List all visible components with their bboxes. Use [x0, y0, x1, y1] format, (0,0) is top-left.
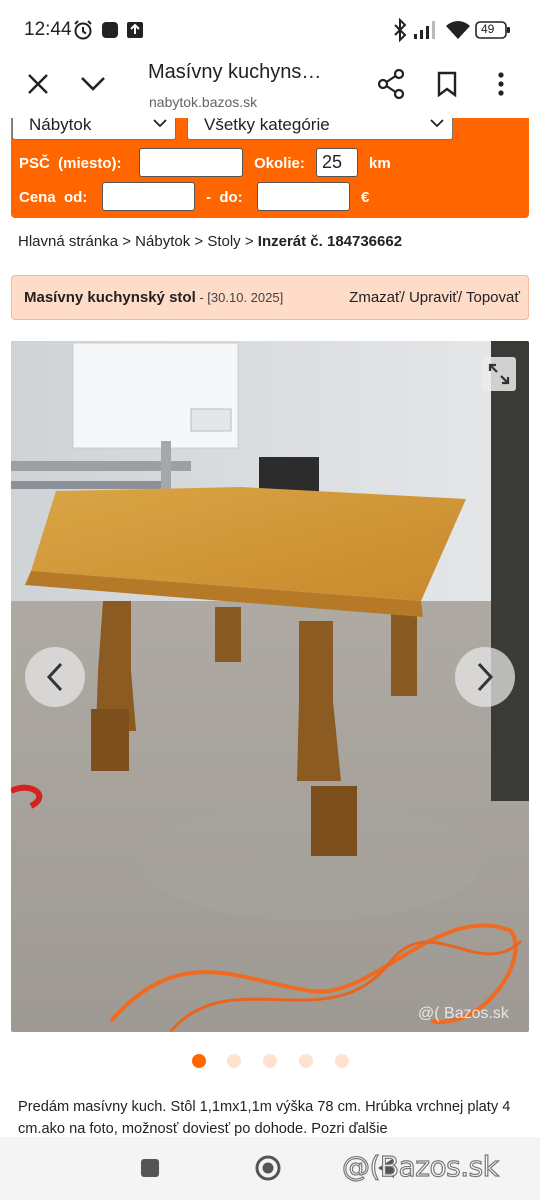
psc-label: PSČ (miesto): [19, 155, 122, 172]
breadcrumb-subcategory-link[interactable]: Stoly [207, 233, 240, 250]
battery-level: 49 [481, 22, 495, 36]
share-button[interactable] [369, 62, 413, 106]
expand-icon [488, 363, 510, 385]
app-square-icon [101, 21, 119, 44]
subcategory-select-value: Všetky kategórie [204, 118, 330, 134]
listing-header: Masívny kuchynský stol - [30.10. 2025] Z… [11, 275, 529, 320]
listing-actions-link[interactable]: Zmazať/ Upraviť/ Topovať [349, 289, 520, 306]
close-icon [28, 74, 48, 94]
home-button[interactable] [252, 1152, 284, 1184]
bookmark-button[interactable] [425, 62, 469, 106]
chevron-down-icon [153, 119, 167, 128]
breadcrumb-separator: > [118, 233, 136, 250]
gallery-dot-5[interactable] [335, 1054, 349, 1068]
photo-watermark: @( Bazos.sk [418, 1005, 509, 1022]
chevron-right-icon [477, 662, 494, 692]
wifi-icon [445, 19, 471, 46]
gallery-dot-2[interactable] [227, 1054, 241, 1068]
subcategory-select[interactable]: Všetky kategórie [187, 118, 453, 140]
breadcrumb-home-link[interactable]: Hlavná stránka [18, 233, 118, 250]
alarm-icon [72, 19, 94, 46]
listing-photo[interactable] [11, 341, 529, 1032]
category-select[interactable]: Nábytok [12, 118, 176, 140]
gallery-dot-4[interactable] [299, 1054, 313, 1068]
psc-input[interactable] [139, 148, 243, 177]
category-select-value: Nábytok [29, 118, 92, 134]
more-options-button[interactable] [479, 62, 523, 106]
cena-do-input[interactable] [257, 182, 350, 211]
breadcrumb-current: Inzerát č. 184736662 [257, 233, 403, 250]
home-circle-icon [255, 1155, 281, 1181]
chevron-down-icon [430, 119, 444, 128]
status-time: 12:44 [24, 19, 72, 40]
bookmark-icon [437, 71, 457, 97]
breadcrumb: Hlavná stránka > Nábytok > Stoly > Inzer… [18, 233, 402, 250]
collapse-button[interactable] [71, 62, 115, 106]
breadcrumb-separator: > [240, 233, 258, 250]
listing-description: Predám masívny kuch. Stôl 1,1mx1,1m výšk… [18, 1099, 511, 1137]
listing-date: - [30.10. 2025] [195, 290, 284, 305]
table-photo-illustration [11, 341, 529, 1032]
more-vert-icon [498, 72, 504, 96]
gallery-dot-3[interactable] [263, 1054, 277, 1068]
upload-icon [126, 21, 144, 44]
cena-od-label: Cena od: [19, 189, 88, 206]
breadcrumb-category-link[interactable]: Nábytok [135, 233, 190, 250]
cena-od-input[interactable] [102, 182, 195, 211]
fullscreen-button[interactable] [482, 357, 516, 391]
signal-icon [413, 20, 439, 45]
recents-square-icon [141, 1159, 159, 1177]
recents-button[interactable] [136, 1154, 164, 1182]
listing-title: Masívny kuchynský stol [24, 289, 196, 306]
browser-toolbar: Masívny kuchyns… nabytok.bazos.sk [0, 58, 540, 124]
page-title: Masívny kuchyns… [148, 61, 322, 83]
next-photo-button[interactable] [455, 647, 515, 707]
gallery-dot-1[interactable] [192, 1054, 206, 1068]
chevron-left-icon [46, 662, 63, 692]
currency-label: € [361, 189, 370, 206]
page-url[interactable]: nabytok.bazos.sk [149, 94, 257, 110]
bluetooth-icon [393, 17, 407, 47]
km-label: km [369, 155, 391, 172]
okolie-label: Okolie: [254, 155, 305, 172]
breadcrumb-separator: > [190, 233, 208, 250]
status-bar: 12:44 49 [0, 0, 540, 58]
close-tab-button[interactable] [16, 62, 60, 106]
cena-do-label: - do: [206, 189, 243, 206]
okolie-input[interactable]: 25 [316, 148, 358, 177]
bazos-logo: @(Bazos.sk [341, 1149, 499, 1183]
listing-title-row: Masívny kuchynský stol - [30.10. 2025] [24, 289, 283, 306]
chevron-down-icon [81, 77, 105, 91]
share-icon [377, 69, 405, 99]
prev-photo-button[interactable] [25, 647, 85, 707]
